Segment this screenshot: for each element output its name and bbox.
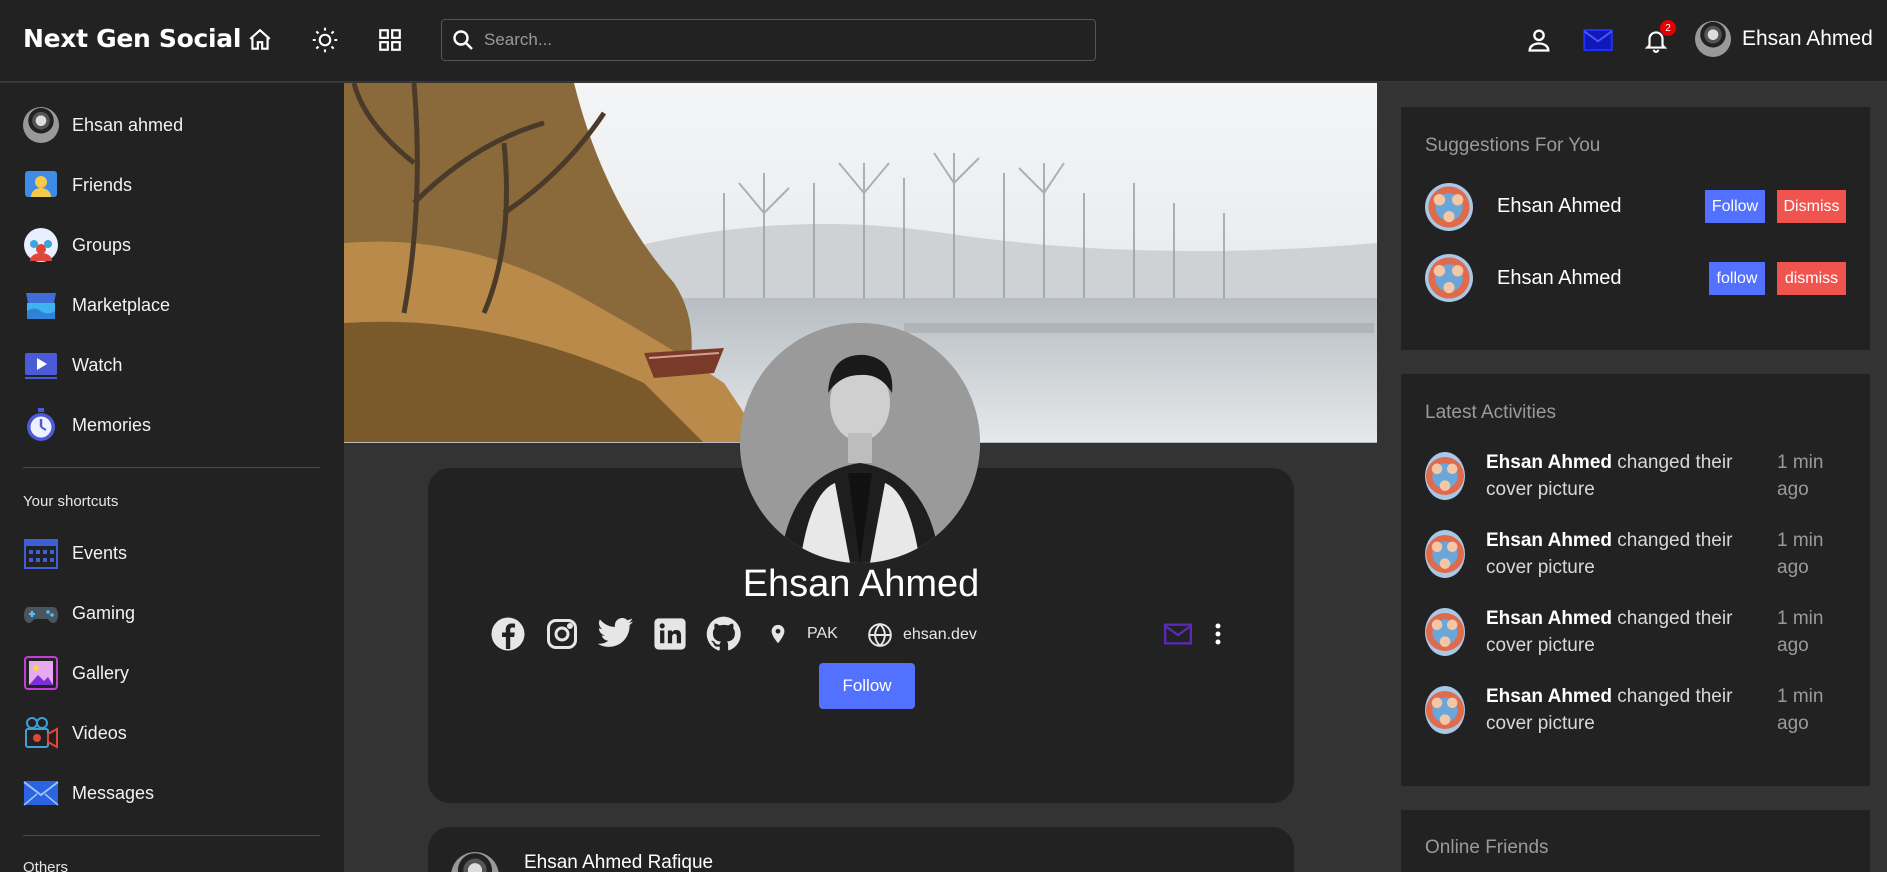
- friends-icon: [23, 167, 59, 203]
- activity-time: 1 min ago: [1777, 452, 1824, 500]
- store-icon: [23, 287, 59, 323]
- github-icon[interactable]: [704, 614, 744, 654]
- sidebar-item-label: Events: [72, 542, 128, 563]
- suggestions-title: Suggestions For You: [1425, 135, 1601, 156]
- profile-picture[interactable]: [740, 323, 980, 563]
- more-options-icon[interactable]: [1198, 614, 1238, 654]
- avatar[interactable]: [1425, 183, 1473, 231]
- activity-text: Ehsan Ahmed changed their cover picture: [1486, 683, 1756, 737]
- sidebar-item-label: Watch: [72, 354, 123, 375]
- sun-icon[interactable]: [309, 24, 341, 56]
- profile-name: Ehsan Ahmed: [742, 563, 980, 605]
- sidebar-item-label: Gallery: [72, 662, 130, 683]
- activities-title: Latest Activities: [1425, 402, 1556, 423]
- sidebar-item-label: Groups: [72, 234, 132, 255]
- mail-icon[interactable]: [1582, 24, 1614, 56]
- search-icon: [442, 20, 484, 60]
- sidebar-item-label: Ehsan ahmed: [72, 114, 184, 135]
- activity-user[interactable]: Ehsan Ahmed: [1486, 608, 1612, 629]
- online-friends-title: Online Friends: [1425, 837, 1549, 858]
- sidebar-divider: [23, 835, 320, 836]
- sidebar-item-label: Videos: [72, 722, 127, 743]
- avatar[interactable]: [1425, 530, 1465, 578]
- sidebar-item-events[interactable]: Events: [23, 533, 127, 573]
- calendar-icon: [23, 535, 59, 571]
- video-play-icon: [23, 347, 59, 383]
- twitter-icon[interactable]: [596, 614, 636, 654]
- suggestion-name[interactable]: Ehsan Ahmed: [1497, 267, 1622, 290]
- sidebar-item-label: Friends: [72, 174, 133, 195]
- activity-time: 1 min ago: [1777, 608, 1824, 656]
- groups-icon: [23, 227, 59, 263]
- suggestion-dismiss-button[interactable]: Dismiss: [1777, 190, 1846, 223]
- sidebar-item-label: Gaming: [72, 602, 136, 623]
- search-input[interactable]: [484, 30, 1095, 50]
- sidebar-item-gallery[interactable]: Gallery: [23, 653, 129, 693]
- suggestion-follow-button[interactable]: follow: [1709, 262, 1765, 295]
- activity-user[interactable]: Ehsan Ahmed: [1486, 686, 1612, 707]
- camera-icon: [23, 715, 59, 751]
- bell-icon[interactable]: 2: [1640, 20, 1676, 56]
- nav-user-menu[interactable]: Ehsan Ahmed: [1695, 21, 1873, 57]
- app-logo[interactable]: Next Gen Social: [23, 24, 241, 53]
- sidebar-item-videos[interactable]: Videos: [23, 713, 127, 753]
- envelope-icon: [23, 775, 59, 811]
- top-navbar: Next Gen Social 2 Ehsan Ahmed: [0, 0, 1887, 82]
- activity-user[interactable]: Ehsan Ahmed: [1486, 530, 1612, 551]
- suggestion-follow-button[interactable]: Follow: [1705, 190, 1765, 223]
- instagram-icon[interactable]: [542, 614, 582, 654]
- sidebar-item-label: Messages: [72, 782, 155, 803]
- globe-icon: [867, 622, 893, 648]
- shortcuts-heading: Your shortcuts: [23, 493, 119, 510]
- post-author-name[interactable]: Ehsan Ahmed Rafique: [524, 852, 713, 872]
- search-bar[interactable]: [441, 19, 1096, 61]
- stopwatch-icon: [23, 407, 59, 443]
- sidebar-item-friends[interactable]: Friends: [23, 165, 132, 205]
- gallery-icon: [23, 655, 59, 691]
- follow-button[interactable]: Follow: [819, 663, 915, 709]
- mail-outline-icon[interactable]: [1158, 614, 1198, 654]
- profile-website[interactable]: ehsan.dev: [867, 622, 977, 648]
- grid-icon[interactable]: [374, 24, 406, 56]
- nav-user-name: Ehsan Ahmed: [1742, 27, 1873, 50]
- linkedin-icon[interactable]: [650, 614, 690, 654]
- avatar[interactable]: [1425, 254, 1473, 302]
- activity-text: Ehsan Ahmed changed their cover picture: [1486, 449, 1756, 503]
- avatar[interactable]: [1425, 686, 1465, 734]
- gamepad-icon: [23, 595, 59, 631]
- suggestion-name[interactable]: Ehsan Ahmed: [1497, 195, 1622, 218]
- location-text: PAK: [807, 625, 838, 642]
- avatar: [1695, 21, 1731, 57]
- notification-badge: 2: [1660, 20, 1676, 36]
- facebook-icon[interactable]: [488, 614, 528, 654]
- profile-location: PAK: [767, 622, 838, 646]
- user-icon[interactable]: [1523, 24, 1555, 56]
- activity-time: 1 min ago: [1777, 686, 1824, 734]
- location-pin-icon: [767, 622, 789, 646]
- activity-user[interactable]: Ehsan Ahmed: [1486, 452, 1612, 473]
- others-heading: Others: [23, 859, 69, 872]
- avatar[interactable]: [1425, 452, 1465, 500]
- home-icon[interactable]: [244, 24, 276, 56]
- activity-text: Ehsan Ahmed changed their cover picture: [1486, 605, 1756, 659]
- sidebar-item-messages[interactable]: Messages: [23, 773, 154, 813]
- sidebar-item-marketplace[interactable]: Marketplace: [23, 285, 170, 325]
- sidebar-item-gaming[interactable]: Gaming: [23, 593, 135, 633]
- sidebar-divider: [23, 467, 320, 468]
- activity-time: 1 min ago: [1777, 530, 1824, 578]
- sidebar-item-label: Memories: [72, 414, 152, 435]
- avatar: [23, 107, 59, 143]
- suggestion-dismiss-button[interactable]: dismiss: [1777, 262, 1846, 295]
- sidebar-item-memories[interactable]: Memories: [23, 405, 151, 445]
- website-text: ehsan.dev: [903, 626, 977, 643]
- sidebar-item-profile[interactable]: Ehsan ahmed: [23, 105, 183, 145]
- avatar[interactable]: [1425, 608, 1465, 656]
- sidebar-item-groups[interactable]: Groups: [23, 225, 131, 265]
- sidebar-item-label: Marketplace: [72, 294, 171, 315]
- activity-text: Ehsan Ahmed changed their cover picture: [1486, 527, 1756, 581]
- sidebar-item-watch[interactable]: Watch: [23, 345, 122, 385]
